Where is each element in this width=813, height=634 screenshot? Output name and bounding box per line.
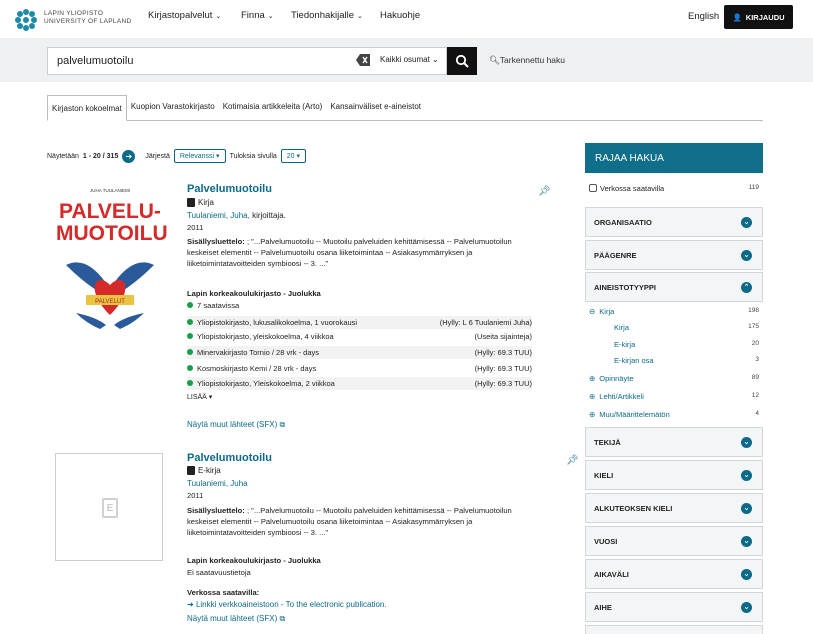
availability-status: Ei saatavuustietoja [187, 568, 251, 577]
record-toc: Sisällysluettelo: ; "...Palvelumuotoilu … [187, 506, 512, 537]
user-icon: 👤 [732, 12, 742, 22]
language-switch[interactable]: English [688, 11, 719, 22]
tab-kirjaston-kokoelmat[interactable]: Kirjaston kokoelmat [47, 95, 127, 121]
record-title[interactable]: Palvelumuotoilu [187, 183, 272, 195]
online-link[interactable]: ➜ Linkki verkkoaineistoon - To the elect… [187, 600, 387, 609]
facet-item[interactable]: E-kirja 20 [589, 340, 759, 349]
pin-icon[interactable]: 📌︎ [538, 186, 551, 197]
book-icon [187, 198, 195, 207]
library-name: Lapin korkeakoulukirjasto - Juolukka [187, 556, 321, 565]
clear-search-icon[interactable] [356, 54, 370, 66]
external-link-icon: ⧉ [279, 614, 286, 623]
advanced-search-icon: 🔍︎ [489, 55, 500, 65]
facet-kieli[interactable]: KIELI ⌄ [585, 460, 763, 490]
swallow-heart-illustration: PALVELUT [66, 262, 154, 329]
login-button[interactable]: 👤 KIRJAUDU [724, 5, 793, 29]
record-author[interactable]: Tuulaniemi, Juha [187, 479, 248, 488]
record-year: 2011 [187, 491, 204, 500]
collection-tabs: Kirjaston kokoelmat Kuopion Varastokirja… [47, 95, 763, 121]
sfx-link[interactable]: Näytä muut lähteet (SFX) ⧉ [187, 614, 285, 624]
facet-aineistotyyppi[interactable]: AINEISTOTYYPPI ⌃ [585, 272, 763, 302]
facet-aikavali[interactable]: AIKAVÄLI ⌄ [585, 559, 763, 589]
chevron-down-icon: ⌄ [741, 469, 752, 481]
chevron-down-icon: ⌄ [741, 249, 752, 261]
holding-row: Yliopistokirjasto, yleiskokoelma, 4 viik… [187, 330, 532, 343]
record-year: 2011 [187, 223, 204, 232]
facet-vuosi[interactable]: VUOSI ⌄ [585, 526, 763, 556]
record-author[interactable]: Tuulaniemi, Juha, kirjoittaja. [187, 211, 286, 220]
collapse-icon: ⊖ [589, 307, 596, 316]
chevron-down-icon: ⌄ [741, 216, 752, 228]
search-button[interactable] [447, 47, 477, 75]
facet-item[interactable]: ⊖ Kirja 198 [589, 307, 759, 316]
holding-row: Yliopistokirjasto, lukusalikokoelma, 1 v… [187, 316, 532, 329]
online-label: Verkossa saatavilla: [187, 588, 260, 597]
record-toc: Sisällysluettelo: ; "...Palvelumuotoilu … [187, 237, 512, 268]
search-scope-select[interactable]: Kaikki osumat ⌄ [380, 55, 439, 64]
facet-more[interactable] [585, 625, 763, 634]
nav-finna[interactable]: Finna ⌄ [241, 10, 274, 21]
library-name: Lapin korkeakoulukirjasto - Juolukka [187, 289, 321, 298]
expand-icon: ⊕ [589, 392, 596, 401]
nav-hakuohje[interactable]: Hakuohje [380, 10, 420, 21]
chevron-down-icon: ⌄ [741, 436, 752, 448]
university-logo[interactable] [14, 8, 38, 32]
ebook-cover-placeholder[interactable]: E [55, 453, 163, 561]
record-format: Kirja [187, 198, 214, 207]
nav-kirjastopalvelut[interactable]: Kirjastopalvelut ⌄ [148, 10, 221, 21]
sfx-link[interactable]: Näytä muut lähteet (SFX) ⧉ [187, 420, 285, 430]
checkbox-icon[interactable] [589, 184, 597, 192]
facet-item[interactable]: Kirja 175 [589, 323, 759, 332]
chevron-down-icon: ⌄ [741, 535, 752, 547]
advanced-search-link[interactable]: 🔍︎Tarkennettu haku [489, 55, 565, 66]
tab-kuopion-varastokirjasto[interactable]: Kuopion Varastokirjasto [127, 95, 219, 117]
facet-tekija[interactable]: TEKIJÄ ⌄ [585, 427, 763, 457]
facet-item[interactable]: ⊕ Muu/Määrittelemätön 4 [589, 410, 759, 419]
external-link-icon: ⧉ [279, 420, 286, 429]
book-cover[interactable]: JUHA TUULANIEMI PALVELU- MUOTOILU PALVEL… [56, 184, 168, 352]
facet-paagenre[interactable]: PÄÄGENRE ⌄ [585, 240, 763, 270]
next-page-icon[interactable]: ➔ [122, 149, 136, 163]
facet-alkuteoksen-kieli[interactable]: ALKUTEOKSEN KIELI ⌄ [585, 493, 763, 523]
arrow-circle-icon: ➜ [187, 600, 194, 609]
more-holdings-toggle[interactable]: LISÄÄ ▾ [187, 392, 212, 403]
sort-select[interactable]: Relevanssi ▾ [173, 149, 226, 163]
facet-aihe[interactable]: AIHE ⌄ [585, 592, 763, 622]
facets-heading: RAJAA HAKUA [585, 143, 763, 173]
chevron-down-icon: ⌄ [741, 601, 752, 613]
record-format: E-kirja [187, 466, 221, 475]
nav-tiedonhakijalle[interactable]: Tiedonhakijalle ⌄ [291, 10, 363, 21]
result-range: 1 - 20 / 315 [82, 152, 119, 160]
chevron-down-icon: ⌄ [741, 568, 752, 580]
chevron-down-icon: ⌄ [215, 13, 222, 20]
record-title[interactable]: Palvelumuotoilu [187, 452, 272, 464]
ebook-placeholder-icon: E [102, 498, 118, 518]
tab-kansainvaliset[interactable]: Kansainväliset e-aineistot [326, 95, 425, 117]
online-only-checkbox[interactable]: Verkossa saatavilla 119 [589, 184, 759, 193]
expand-icon: ⊕ [589, 374, 596, 383]
availability-summary: 7 saatavissa [187, 300, 239, 311]
expand-icon: ⊕ [589, 410, 596, 419]
chevron-down-icon: ⌄ [357, 13, 363, 20]
facet-item[interactable]: ⊕ Lehti/Artikkeli 12 [589, 392, 759, 401]
facet-item[interactable]: ⊕ Opinnäyte 89 [589, 374, 759, 383]
holding-row: Kosmoskirjasto Kemi / 28 vrk - days (Hyll… [187, 362, 532, 375]
facet-item[interactable]: E-kirjan osa 3 [589, 356, 759, 365]
facet-organisaatio[interactable]: ORGANISAATIO ⌄ [585, 207, 763, 237]
chevron-up-icon: ⌃ [741, 281, 752, 293]
logo-text: LAPIN YLIOPISTO UNIVERSITY OF LAPLAND [44, 10, 132, 25]
holding-row: Minervakirjasto Tornio / 28 vrk - days (H… [187, 346, 532, 359]
chevron-down-icon: ⌄ [432, 55, 439, 64]
results-toolbar: Näytetään 1 - 20 / 315 ➔ Järjestä Releva… [47, 149, 307, 163]
chevron-down-icon: ⌄ [267, 13, 274, 20]
chevron-down-icon: ⌄ [741, 502, 752, 514]
per-page-select[interactable]: 20 ▾ [280, 149, 307, 163]
tab-arto[interactable]: Kotimaisia artikkeleita (Arto) [219, 95, 327, 117]
holding-row: Yliopistokirjasto, Yleiskokoelma, 2 viik… [187, 377, 532, 390]
search-icon [455, 54, 469, 68]
svg-text:PALVELUT: PALVELUT [95, 299, 125, 305]
ebook-icon [187, 466, 195, 475]
pin-icon[interactable]: 📌︎ [566, 455, 579, 466]
